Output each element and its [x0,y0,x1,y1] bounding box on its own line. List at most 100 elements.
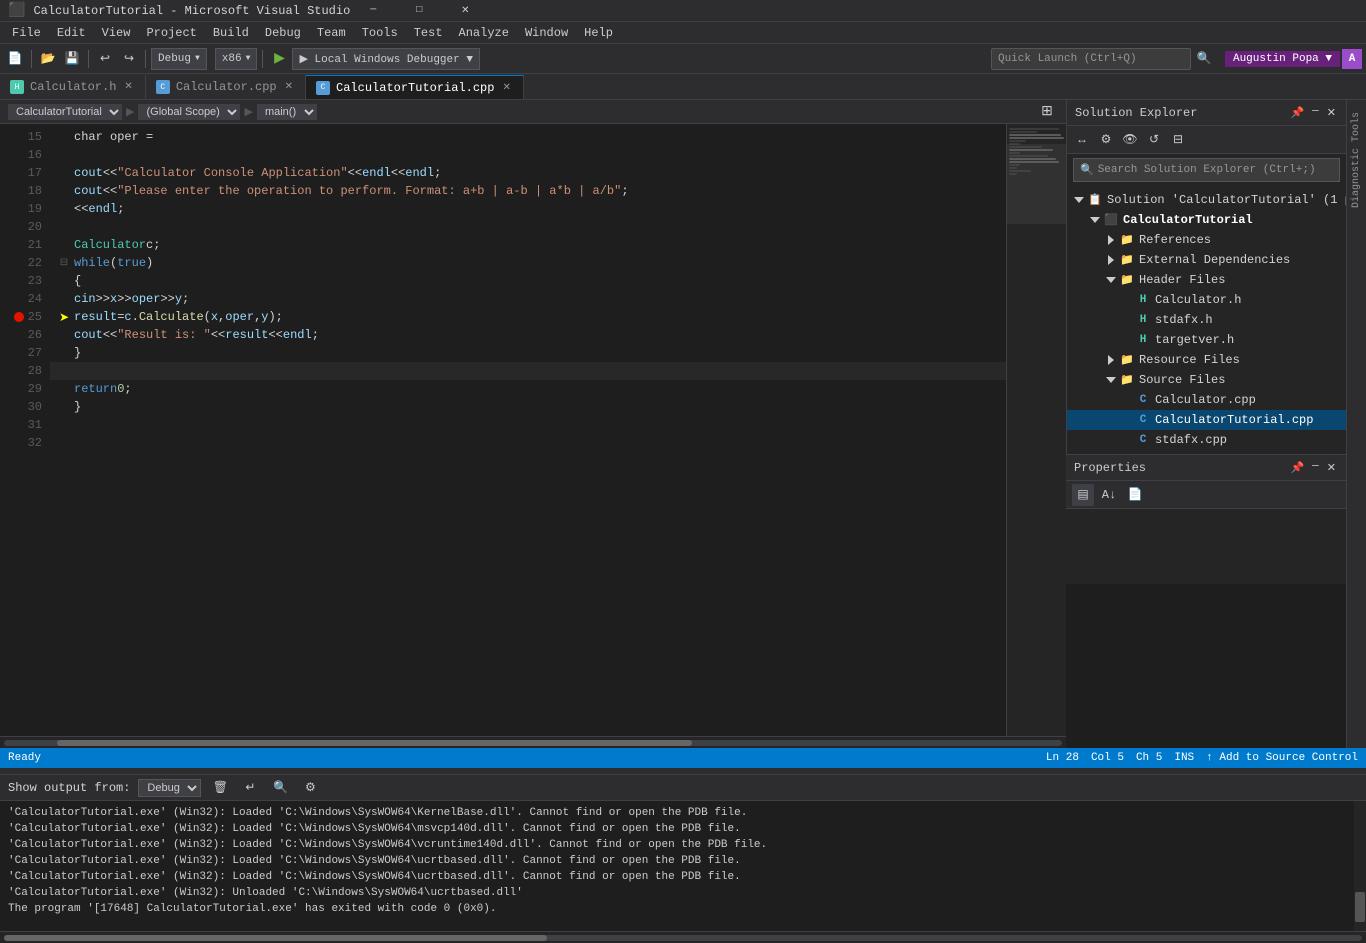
new-project-button[interactable]: 📄 [4,48,26,70]
statusbar-source-control[interactable]: ↑ Add to Source Control [1206,752,1358,764]
code-line-19: << endl; [50,200,1006,218]
se-tree-item-9[interactable]: 📁Source Files [1067,370,1346,390]
user-account[interactable]: Augustin Popa ▼ [1225,51,1340,67]
output-settings-button[interactable]: ⚙ [299,777,321,799]
se-search-placeholder: Search Solution Explorer (Ctrl+;) [1098,164,1316,176]
se-expand-icon-12[interactable] [1119,432,1135,448]
prop-unpin-icon[interactable]: ─ [1310,459,1321,477]
se-expand-icon-4[interactable] [1103,272,1119,288]
code-token: cout [74,166,103,180]
menu-item-edit[interactable]: Edit [49,22,94,44]
tab-close-2[interactable]: ✕ [500,81,512,95]
se-pin-icon[interactable]: 📌 [1288,104,1306,122]
menu-item-view[interactable]: View [94,22,139,44]
code-token: result [225,328,268,342]
se-properties-button[interactable]: ⚙ [1095,129,1117,151]
se-tree-item-5[interactable]: HCalculator.h [1067,290,1346,310]
hscrollbar[interactable] [0,736,1066,748]
se-expand-icon-2[interactable] [1103,232,1119,248]
output-vscrollbar[interactable] [1354,801,1366,931]
se-tree-item-3[interactable]: 📁External Dependencies [1067,250,1346,270]
se-item-label-11: CalculatorTutorial.cpp [1155,413,1313,427]
se-refresh-button[interactable]: ↺ [1143,129,1165,151]
close-button[interactable]: ✕ [442,0,488,22]
se-expand-icon-3[interactable] [1103,252,1119,268]
prop-pin-icon[interactable]: 📌 [1288,459,1306,477]
se-expand-icon-6[interactable] [1119,312,1135,328]
prop-alphabetical-button[interactable]: A↓ [1098,484,1120,506]
se-tree-item-11[interactable]: CCalculatorTutorial.cpp [1067,410,1346,430]
prop-pages-button[interactable]: 📄 [1124,484,1146,506]
se-tree-item-10[interactable]: CCalculator.cpp [1067,390,1346,410]
scope-breadcrumb-select[interactable]: (Global Scope) [138,104,240,120]
maximize-button[interactable]: □ [396,0,442,22]
menu-item-analyze[interactable]: Analyze [451,22,517,44]
se-show-all-button[interactable]: 👁 [1119,129,1141,151]
project-breadcrumb-select[interactable]: CalculatorTutorial [8,104,122,120]
code-token: . [132,310,139,324]
menu-item-project[interactable]: Project [138,22,204,44]
tab-calculator-cpp[interactable]: CCalculator.cpp✕ [146,75,306,99]
run-button[interactable]: ▶ [268,48,290,70]
prop-categorized-button[interactable]: ▤ [1072,484,1094,506]
output-line-0: 'CalculatorTutorial.exe' (Win32): Loaded… [8,805,1346,821]
menu-item-build[interactable]: Build [205,22,257,44]
se-tree-item-12[interactable]: Cstdafx.cpp [1067,430,1346,450]
redo-button[interactable]: ↪ [118,48,140,70]
se-tree-item-4[interactable]: 📁Header Files [1067,270,1346,290]
menu-item-test[interactable]: Test [406,22,451,44]
run-dropdown[interactable]: ▶ Local Windows Debugger ▼ [292,48,480,70]
menu-item-debug[interactable]: Debug [257,22,309,44]
output-hscrollbar[interactable] [0,931,1366,943]
se-tree-item-0[interactable]: 📋Solution 'CalculatorTutorial' (1 projec… [1067,190,1346,210]
undo-button[interactable]: ↩ [94,48,116,70]
se-expand-icon-10[interactable] [1119,392,1135,408]
se-close-icon[interactable]: ✕ [1325,104,1338,122]
menu-item-team[interactable]: Team [309,22,354,44]
open-button[interactable]: 📂 [37,48,59,70]
menu-item-window[interactable]: Window [517,22,576,44]
se-expand-icon-11[interactable] [1119,412,1135,428]
se-sync-button[interactable]: ↔ [1071,129,1093,151]
statusbar-col: Col 5 [1091,752,1124,764]
se-collapse-button[interactable]: ⊟ [1167,129,1189,151]
code-token: << [74,202,88,216]
platform-dropdown[interactable]: x86 ▼ [215,48,258,70]
gutter-22: ⊟ [54,257,74,269]
tab-calculator-h[interactable]: HCalculator.h✕ [0,75,146,99]
search-icon[interactable]: 🔍 [1193,48,1215,70]
output-find-button[interactable]: 🔍 [269,777,291,799]
se-expand-icon-7[interactable] [1119,332,1135,348]
diagnostic-tools-tab[interactable]: Diagnostic Tools [1349,104,1364,216]
output-clear-button[interactable]: 🗑 [209,777,231,799]
minimize-button[interactable]: ─ [350,0,396,22]
prop-close-icon[interactable]: ✕ [1325,459,1338,477]
se-expand-icon-5[interactable] [1119,292,1135,308]
code-content[interactable]: char oper = cout << "Calculator Console … [50,124,1006,736]
menu-item-tools[interactable]: Tools [354,22,406,44]
se-tree-item-6[interactable]: Hstdafx.h [1067,310,1346,330]
save-all-button[interactable]: 💾 [61,48,83,70]
se-tree-item-2[interactable]: 📁References [1067,230,1346,250]
se-tree-item-7[interactable]: Htargetver.h [1067,330,1346,350]
se-search-box[interactable]: 🔍 Search Solution Explorer (Ctrl+;) [1073,158,1340,182]
tab-calculatortutorial-cpp[interactable]: CCalculatorTutorial.cpp✕ [306,75,524,99]
tab-close-0[interactable]: ✕ [122,80,134,94]
collapse-icon[interactable]: ⊟ [60,257,68,269]
output-source-select[interactable]: Debug [138,779,201,797]
se-tree-item-1[interactable]: ⬛CalculatorTutorial [1067,210,1346,230]
split-editor-button[interactable]: ⊞ [1036,101,1058,123]
tab-close-1[interactable]: ✕ [283,80,295,94]
configuration-dropdown[interactable]: Debug ▼ [151,48,207,70]
se-expand-icon-8[interactable] [1103,352,1119,368]
se-expand-icon-0[interactable] [1071,192,1087,208]
se-expand-icon-1[interactable] [1087,212,1103,228]
se-expand-icon-9[interactable] [1103,372,1119,388]
menu-item-help[interactable]: Help [576,22,621,44]
quick-launch[interactable]: Quick Launch (Ctrl+Q) [991,48,1191,70]
se-tree-item-8[interactable]: 📁Resource Files [1067,350,1346,370]
menu-item-file[interactable]: File [4,22,49,44]
se-unpin-icon[interactable]: ─ [1310,104,1321,122]
member-breadcrumb-select[interactable]: main() [257,104,317,120]
output-word-wrap-button[interactable]: ↵ [239,777,261,799]
